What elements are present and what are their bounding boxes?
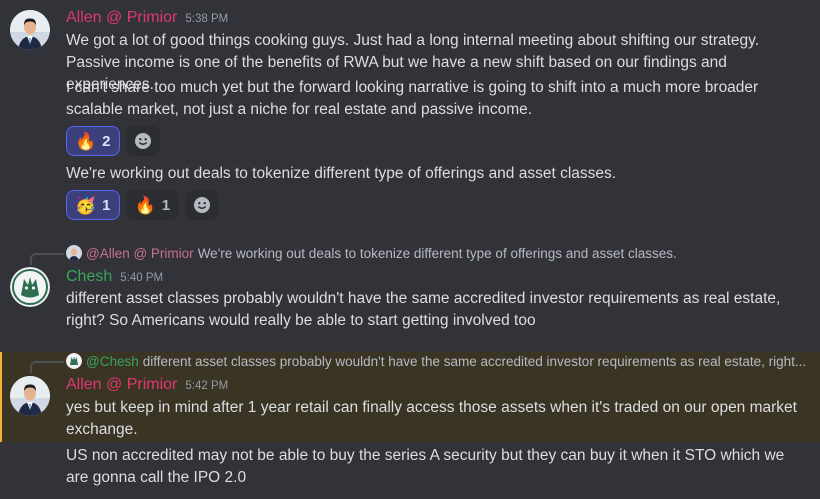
message-header: Allen @ Primior 5:38 PM: [66, 9, 228, 27]
message-text: We're working out deals to tokenize diff…: [66, 165, 617, 182]
reaction-count: 1: [161, 196, 171, 214]
message-header: Chesh 5:40 PM: [66, 268, 163, 286]
author-name[interactable]: Chesh: [66, 268, 112, 286]
reply-spine: [30, 253, 64, 265]
reply-preview[interactable]: @Chesh different asset classes probably …: [66, 353, 806, 369]
author-name[interactable]: Allen @ Primior: [66, 376, 177, 394]
allen-avatar[interactable]: [10, 10, 50, 50]
reaction-bar: 🔥 2: [66, 126, 160, 156]
allen-avatar[interactable]: [10, 376, 50, 416]
add-reaction-button[interactable]: [125, 126, 160, 156]
reaction-fire[interactable]: 🔥 2: [66, 126, 120, 156]
reply-avatar: [66, 245, 82, 261]
reply-avatar: [66, 353, 82, 369]
timestamp: 5:42 PM: [185, 380, 229, 392]
reaction-fire[interactable]: 🔥 1: [125, 190, 180, 220]
fire-icon: 🔥: [134, 195, 156, 215]
message-text: US non accredited may not be able to buy…: [66, 447, 785, 486]
fire-icon: 🔥: [75, 131, 97, 151]
reply-mention[interactable]: @Allen @ Primior: [86, 246, 194, 261]
add-reaction-button[interactable]: [185, 190, 220, 220]
author-name[interactable]: Allen @ Primior: [66, 9, 177, 27]
message-text: different asset classes probably wouldn'…: [66, 290, 781, 329]
message-header: Allen @ Primior 5:42 PM: [66, 376, 228, 394]
message-text: yes but keep in mind after 1 year retail…: [66, 399, 797, 438]
party-face-icon: 🥳: [75, 195, 97, 215]
timestamp: 5:40 PM: [120, 272, 164, 284]
reply-preview[interactable]: @Allen @ Primior We're working out deals…: [66, 245, 677, 261]
reaction-count: 1: [102, 196, 111, 214]
add-reaction-icon: [134, 133, 151, 149]
reply-mention[interactable]: @Chesh: [86, 354, 139, 369]
reply-spine: [30, 361, 64, 373]
reply-text: We're working out deals to tokenize diff…: [197, 245, 677, 261]
reaction-count: 2: [102, 132, 111, 150]
reaction-party[interactable]: 🥳 1: [66, 190, 120, 220]
add-reaction-icon: [194, 197, 211, 213]
chesh-avatar[interactable]: [10, 267, 50, 307]
reply-text: different asset classes probably wouldn'…: [142, 353, 806, 369]
reaction-bar: 🥳 1 🔥 1: [66, 190, 220, 220]
timestamp: 5:38 PM: [185, 13, 229, 25]
message-text: I can't share too much yet but the forwa…: [66, 79, 759, 118]
